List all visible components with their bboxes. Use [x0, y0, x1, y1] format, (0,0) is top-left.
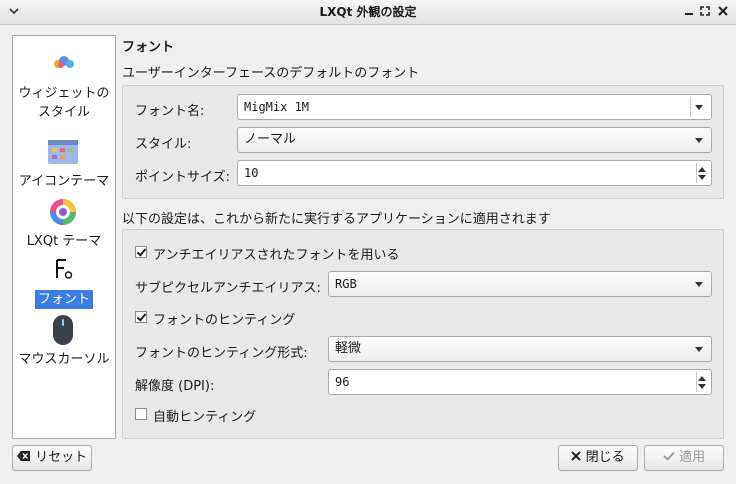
close-window-icon[interactable]	[716, 4, 730, 18]
close-button-label: 閉じる	[585, 450, 625, 465]
lxqt-theme-icon	[50, 199, 76, 225]
spin-down-icon[interactable]	[698, 175, 706, 180]
sidebar-item-label: フォント	[34, 290, 93, 309]
widget-style-icon	[54, 56, 74, 68]
sidebar-item-label: アイコンテーマ	[18, 174, 110, 189]
subpixel-value: RGB	[335, 277, 357, 291]
subpixel-combo[interactable]: RGB	[328, 271, 712, 297]
style-value: ノーマル	[244, 132, 297, 147]
font-name-label: フォント名:	[135, 104, 205, 119]
reset-button[interactable]: リセット	[12, 445, 92, 471]
autohint-checkbox[interactable]	[135, 408, 147, 420]
point-size-label: ポイントサイズ:	[135, 170, 230, 185]
sidebar-item-label: LXQt テーマ	[26, 234, 102, 249]
hinting-checkbox[interactable]	[135, 311, 147, 323]
rendering-group: アンチエイリアスされたフォントを用いる サブピクセルアンチエイリアス: RGB …	[122, 229, 724, 439]
hint-style-value: 軽微	[335, 341, 362, 356]
minimize-icon[interactable]	[682, 4, 696, 18]
font-name-combo[interactable]: MigMix 1M	[237, 94, 712, 120]
hint-style-combo[interactable]: 軽微	[328, 336, 712, 362]
default-font-caption: ユーザーインターフェースのデフォルトのフォント	[122, 66, 420, 81]
antialias-label: アンチエイリアスされたフォントを用いる	[153, 248, 400, 263]
spin-up-icon[interactable]	[698, 167, 706, 172]
style-combo[interactable]: ノーマル	[237, 127, 712, 153]
title-bar: LXQt 外観の設定	[0, 0, 736, 25]
hinting-label: フォントのヒンティング	[153, 313, 296, 328]
antialias-checkbox[interactable]	[135, 246, 147, 258]
reset-button-label: リセット	[35, 450, 88, 465]
style-label: スタイル:	[135, 137, 192, 152]
close-icon	[571, 451, 582, 461]
window-title: LXQt 外観の設定	[319, 5, 417, 19]
chevron-down-icon	[695, 282, 703, 287]
category-sidebar: ウィジェットの スタイル アイコンテーマ LXQt テーマ フォント マウスカー…	[12, 35, 116, 439]
page-title: フォント	[122, 40, 175, 55]
sidebar-item-label: マウスカーソル	[18, 352, 110, 367]
chevron-down-icon	[695, 347, 703, 352]
chevron-down-icon	[695, 138, 703, 143]
icon-theme-icon	[48, 140, 78, 164]
mouse-cursor-icon	[53, 315, 73, 345]
subpixel-label: サブピクセルアンチエイリアス:	[135, 281, 321, 296]
point-size-spinbox[interactable]: 10	[237, 160, 712, 186]
backspace-icon	[16, 451, 30, 461]
apply-button-label: 適用	[679, 450, 706, 465]
spin-down-icon[interactable]	[698, 384, 706, 389]
font-icon	[56, 259, 73, 279]
point-size-value: 10	[244, 166, 259, 180]
dpi-value: 96	[335, 375, 350, 389]
maximize-icon[interactable]	[698, 4, 712, 18]
hint-style-label: フォントのヒンティング形式:	[135, 346, 308, 361]
default-font-group: フォント名: MigMix 1M スタイル: ノーマル ポイントサイズ: 10	[122, 85, 724, 199]
font-name-value: MigMix 1M	[244, 100, 310, 114]
dpi-label: 解像度 (DPI):	[135, 379, 215, 394]
apply-button[interactable]: 適用	[644, 445, 724, 471]
sidebar-item-label: ウィジェットの	[18, 86, 110, 101]
chevron-down-icon[interactable]	[695, 105, 703, 110]
sidebar-item-label: スタイル	[37, 105, 90, 120]
apply-caption: 以下の設定は、これから新たに実行するアプリケーションに適用されます	[122, 212, 551, 227]
dpi-spinbox[interactable]: 96	[328, 369, 712, 395]
autohint-label: 自動ヒンティング	[153, 410, 257, 425]
close-button[interactable]: 閉じる	[558, 445, 638, 471]
checkmark-icon	[663, 451, 675, 461]
spin-up-icon[interactable]	[698, 376, 706, 381]
